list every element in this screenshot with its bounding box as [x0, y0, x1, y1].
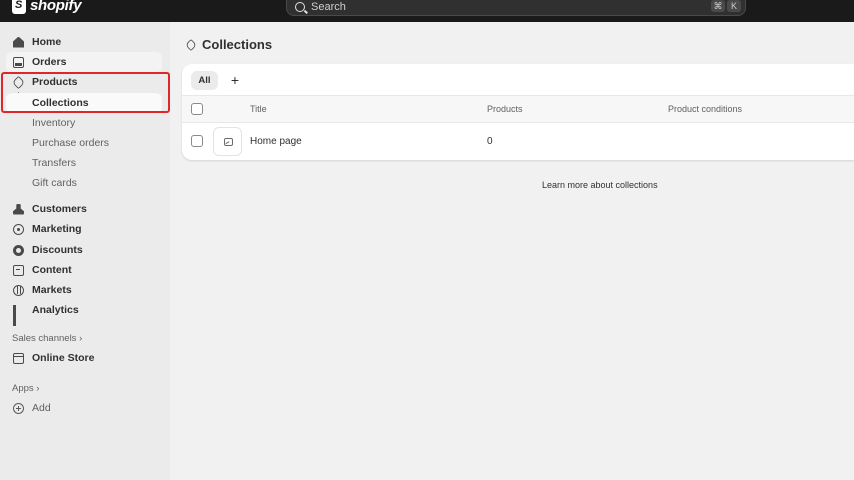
tag-icon — [184, 38, 198, 51]
select-all-checkbox[interactable] — [191, 103, 203, 115]
sales-channels-heading[interactable]: Sales channels › — [12, 333, 82, 344]
page-title: Collections — [184, 37, 273, 52]
sidebar-item-label: Home — [32, 36, 62, 48]
tab-all[interactable]: All — [191, 71, 218, 90]
add-view-button[interactable]: + — [228, 71, 242, 90]
sidebar-item-add-app[interactable]: Add — [6, 398, 162, 418]
plus-circle-icon — [13, 402, 24, 414]
column-header-title[interactable]: Title — [250, 104, 267, 114]
sidebar-item-label: Purchase orders — [32, 137, 110, 149]
target-icon — [13, 223, 24, 235]
sidebar-item-transfers[interactable]: Transfers — [6, 153, 162, 173]
sidebar-item-content[interactable]: Content — [6, 260, 162, 280]
sidebar-item-discounts[interactable]: Discounts — [6, 240, 162, 260]
sidebar-item-label: Orders — [32, 56, 67, 68]
table-row[interactable]: Home page 0 — [182, 123, 854, 160]
sidebar-item-purchase-orders[interactable]: Purchase orders — [6, 133, 162, 153]
content-icon — [13, 264, 24, 276]
orders-icon — [13, 56, 24, 68]
sidebar-item-label: Marketing — [32, 223, 82, 235]
k-key-icon: K — [727, 0, 741, 12]
home-icon — [13, 36, 24, 48]
sidebar-item-label: Content — [32, 264, 72, 276]
apps-heading[interactable]: Apps › — [12, 383, 39, 394]
sidebar-item-label: Markets — [32, 284, 72, 296]
sidebar-item-customers[interactable]: Customers — [6, 199, 162, 219]
learn-more-link[interactable]: Learn more about collections — [542, 180, 658, 190]
sidebar-item-inventory[interactable]: Inventory — [6, 113, 162, 133]
store-icon — [13, 352, 24, 364]
search-input[interactable]: Search ⌘ K — [286, 0, 746, 16]
sidebar-item-label: Online Store — [32, 352, 95, 364]
view-tabs: All + — [182, 64, 854, 96]
table-header: Title Products Product conditions — [182, 96, 854, 123]
shopify-logo[interactable]: shopify — [12, 0, 82, 14]
sidebar-item-online-store[interactable]: Online Store — [6, 348, 162, 368]
column-header-products[interactable]: Products — [487, 104, 523, 114]
sidebar-item-label: Discounts — [32, 244, 83, 256]
sidebar-item-label: Transfers — [32, 157, 76, 169]
page-title-text: Collections — [202, 37, 273, 52]
command-key-icon: ⌘ — [711, 0, 725, 12]
sidebar-item-home[interactable]: Home — [6, 32, 162, 52]
row-checkbox[interactable] — [191, 135, 203, 147]
sidebar-item-orders[interactable]: Orders — [6, 52, 162, 72]
top-bar: shopify Search ⌘ K — [0, 0, 854, 22]
column-header-conditions[interactable]: Product conditions — [668, 104, 742, 114]
shopping-bag-icon — [12, 0, 26, 14]
collection-thumbnail — [213, 127, 242, 156]
sidebar-item-label: Add — [32, 402, 51, 414]
sidebar-item-label: Analytics — [32, 304, 79, 316]
sidebar-item-label: Gift cards — [32, 177, 77, 189]
sidebar-item-markets[interactable]: Markets — [6, 280, 162, 300]
collection-title[interactable]: Home page — [250, 136, 302, 147]
person-icon — [13, 203, 24, 215]
highlight-box — [1, 72, 170, 113]
collection-product-count: 0 — [487, 136, 493, 147]
bar-chart-icon — [13, 304, 24, 326]
brand-name: shopify — [30, 0, 82, 14]
globe-icon — [13, 284, 24, 296]
sidebar-item-label: Customers — [32, 203, 87, 215]
discount-icon — [13, 244, 24, 256]
collections-table-card: All + Title Products Product conditions … — [182, 64, 854, 160]
sidebar-item-analytics[interactable]: Analytics — [6, 300, 162, 326]
search-placeholder: Search — [311, 1, 346, 13]
search-icon — [295, 2, 305, 12]
sidebar-item-label: Inventory — [32, 117, 76, 129]
sidebar-item-marketing[interactable]: Marketing — [6, 219, 162, 239]
sidebar-item-gift-cards[interactable]: Gift cards — [6, 173, 162, 193]
image-placeholder-icon — [224, 138, 233, 146]
